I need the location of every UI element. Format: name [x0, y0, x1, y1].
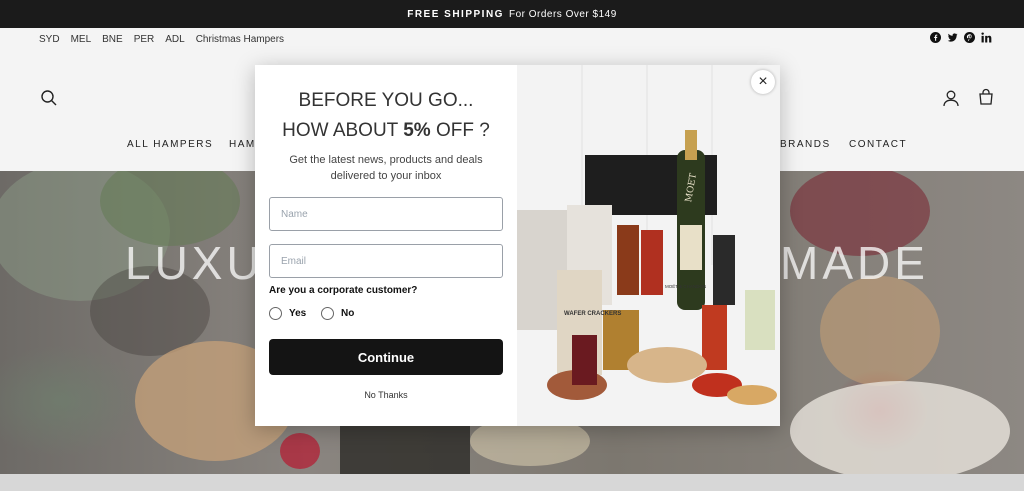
announcement-bar: FREE SHIPPING For Orders Over $149	[0, 0, 1024, 28]
title-pre: HOW ABOUT	[282, 120, 404, 141]
hero-title-right: MADE	[780, 237, 929, 289]
link-christmas-hampers[interactable]: Christmas Hampers	[196, 34, 284, 45]
utility-links: SYD MEL BNE PER ADL Christmas Hampers	[0, 28, 1024, 50]
wafer-label: WAFER CRACKERS	[564, 311, 621, 317]
name-field[interactable]: Name	[269, 197, 503, 231]
link-mel[interactable]: MEL	[71, 34, 92, 45]
radio-yes-circle[interactable]	[269, 307, 282, 320]
pinterest-icon[interactable]	[964, 32, 975, 43]
search-icon[interactable]	[40, 89, 58, 107]
radio-no[interactable]: No	[321, 307, 354, 320]
nav-hampers-partial[interactable]: HAM	[229, 139, 256, 150]
close-icon[interactable]: ×	[758, 73, 767, 91]
radio-yes-label: Yes	[289, 308, 307, 319]
hero-title-left: LUXU	[125, 237, 264, 289]
corporate-question: Are you a corporate customer?	[269, 285, 418, 296]
cart-icon[interactable]	[977, 88, 995, 106]
account-icon[interactable]	[942, 89, 960, 107]
radio-no-label: No	[341, 308, 355, 319]
social-links	[930, 32, 992, 43]
radio-no-circle[interactable]	[321, 307, 334, 320]
announcement-text: For Orders Over $149	[508, 8, 617, 20]
popup-title-line1: BEFORE YOU GO...	[298, 90, 474, 111]
popup-title-line2: HOW ABOUT 5% OFF ?	[255, 120, 517, 142]
nav-contact[interactable]: CONTACT	[849, 139, 907, 150]
title-post: OFF ?	[430, 120, 490, 141]
nav-all-hampers[interactable]: ALL HAMPERS	[127, 139, 213, 150]
popup-product-image: MOET WAFER CRACKERS MOËT & CHANDON	[517, 65, 780, 426]
twitter-icon[interactable]	[947, 32, 958, 43]
announcement-bold: FREE SHIPPING	[407, 8, 504, 20]
nav-brands[interactable]: BRANDS	[780, 139, 831, 150]
close-button[interactable]: ×	[751, 70, 775, 94]
hamper-product-photo: MOET WAFER CRACKERS MOËT & CHANDON	[517, 65, 780, 426]
link-adl[interactable]: ADL	[165, 34, 184, 45]
popup-subtitle: Get the latest news, products and deals …	[289, 154, 483, 182]
discount-amount: 5%	[403, 120, 431, 141]
link-per[interactable]: PER	[134, 34, 155, 45]
facebook-icon[interactable]	[930, 32, 941, 43]
email-placeholder: Email	[281, 255, 307, 267]
link-syd[interactable]: SYD	[39, 34, 60, 45]
radio-yes[interactable]: Yes	[269, 307, 306, 320]
link-bne[interactable]: BNE	[102, 34, 123, 45]
moet-brand-label: MOËT & CHANDON	[665, 283, 706, 289]
linkedin-icon[interactable]	[981, 32, 992, 43]
name-placeholder: Name	[281, 208, 308, 220]
page-bottom-strip	[0, 474, 1024, 491]
exit-intent-popup: BEFORE YOU GO... HOW ABOUT 5% OFF ? Get …	[255, 65, 780, 426]
continue-button[interactable]: Continue	[269, 339, 503, 375]
no-thanks-link[interactable]: No Thanks	[255, 390, 517, 400]
popup-form-panel: BEFORE YOU GO... HOW ABOUT 5% OFF ? Get …	[255, 65, 517, 426]
email-field[interactable]: Email	[269, 244, 503, 278]
